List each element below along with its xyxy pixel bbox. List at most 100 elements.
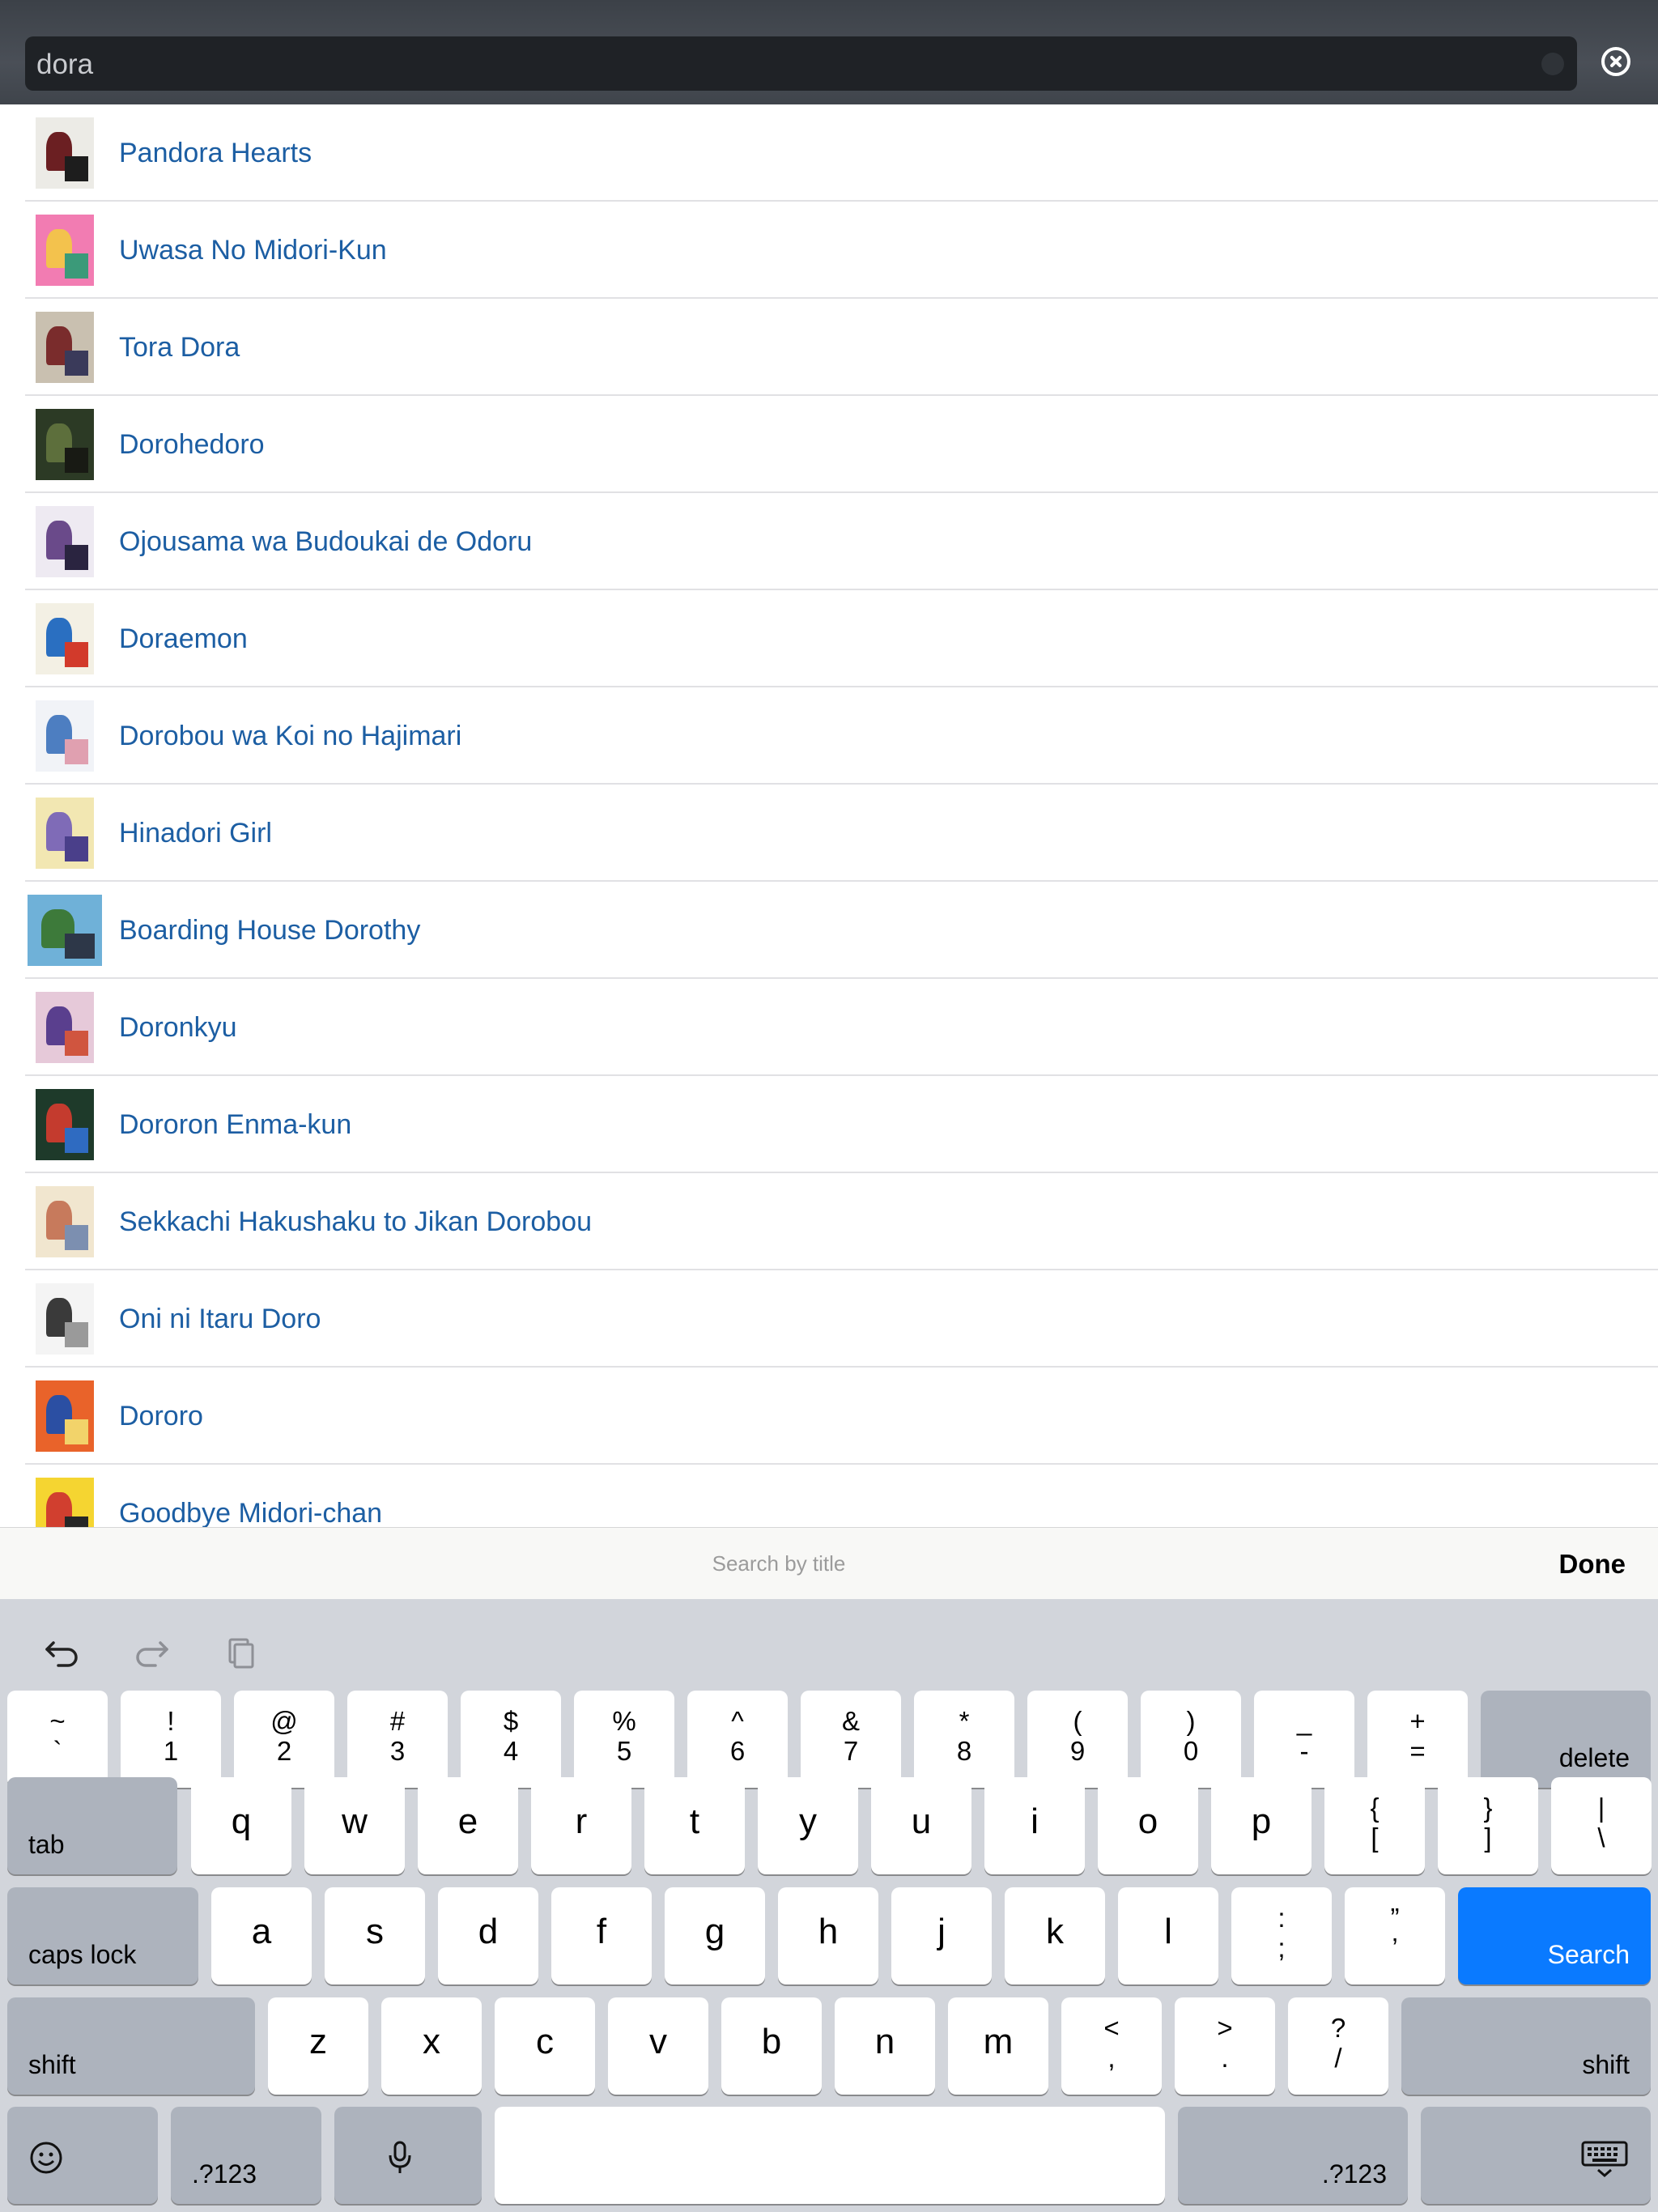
result-row[interactable]: Dororo xyxy=(0,1368,1658,1465)
key-symbol[interactable]: % 5 xyxy=(574,1691,674,1788)
result-title[interactable]: Doronkyu xyxy=(119,979,237,1076)
key-symbol[interactable]: #3 xyxy=(347,1691,448,1788)
result-title[interactable]: Hinadori Girl xyxy=(119,785,272,882)
key-letter[interactable]: j xyxy=(891,1887,992,1984)
key-letter[interactable]: n xyxy=(835,1997,935,2095)
key-symbol[interactable]: ? / xyxy=(1288,1997,1388,2095)
key-letter[interactable]: z xyxy=(268,1997,368,2095)
search-field-container[interactable] xyxy=(25,36,1577,92)
result-row[interactable]: Sekkachi Hakushaku to Jikan Dorobou xyxy=(0,1173,1658,1270)
result-row[interactable]: Dorobou wa Koi no Hajimari xyxy=(0,687,1658,785)
dictation-key[interactable] xyxy=(334,2107,482,2204)
search-input[interactable] xyxy=(35,36,1536,92)
key-symbol[interactable]: <, xyxy=(1061,1997,1162,2095)
result-row[interactable]: Hinadori Girl xyxy=(0,785,1658,882)
key-symbol[interactable]: (9 xyxy=(1027,1691,1128,1788)
result-title[interactable]: Dororo xyxy=(119,1368,203,1465)
key-letter[interactable]: w xyxy=(304,1777,405,1874)
key-symbol[interactable]: + = xyxy=(1367,1691,1468,1788)
key-letter[interactable]: s xyxy=(325,1887,425,1984)
result-title[interactable]: Ojousama wa Budoukai de Odoru xyxy=(119,493,532,590)
key-letter[interactable]: o xyxy=(1098,1777,1198,1874)
delete-key[interactable]: delete xyxy=(1481,1691,1651,1788)
result-row[interactable]: Pandora Hearts xyxy=(0,104,1658,202)
key-symbol[interactable]: _ - xyxy=(1254,1691,1354,1788)
key-symbol[interactable]: * 8 xyxy=(914,1691,1014,1788)
key-letter[interactable]: c xyxy=(495,1997,595,2095)
key-letter[interactable]: r xyxy=(531,1777,631,1874)
close-search-icon[interactable] xyxy=(1601,47,1630,76)
result-row[interactable]: Goodbye Midori-chan xyxy=(0,1465,1658,1527)
key-letter[interactable]: e xyxy=(418,1777,518,1874)
key-symbol[interactable]: :; xyxy=(1231,1887,1332,1984)
result-title[interactable]: Goodbye Midori-chan xyxy=(119,1465,382,1527)
space-bar[interactable] xyxy=(495,2107,1165,2204)
emoji-key[interactable] xyxy=(7,2107,158,2204)
result-row[interactable]: Boarding House Dorothy xyxy=(0,882,1658,979)
result-row[interactable]: Tora Dora xyxy=(0,299,1658,396)
result-row[interactable]: Dorohedoro xyxy=(0,396,1658,493)
key-symbol[interactable]: @2 xyxy=(234,1691,334,1788)
right-shift-key[interactable]: shift xyxy=(1401,1997,1651,2095)
key-letter[interactable]: l xyxy=(1118,1887,1218,1984)
key-letter[interactable]: x xyxy=(381,1997,482,2095)
key-symbol[interactable]: }] xyxy=(1438,1777,1538,1874)
numbers-key-left[interactable]: .?123 xyxy=(171,2107,321,2204)
tab-key[interactable]: tab xyxy=(7,1777,177,1874)
caps-lock-key[interactable]: caps lock xyxy=(7,1887,198,1984)
search-key[interactable]: Search xyxy=(1458,1887,1651,1984)
result-title[interactable]: Oni ni Itaru Doro xyxy=(119,1270,321,1368)
key-letter[interactable]: v xyxy=(608,1997,708,2095)
result-row[interactable]: Uwasa No Midori-Kun xyxy=(0,202,1658,299)
key-letter[interactable]: y xyxy=(758,1777,858,1874)
result-row[interactable]: Doraemon xyxy=(0,590,1658,687)
key-symbol[interactable]: ! 1 xyxy=(121,1691,221,1788)
result-title[interactable]: Dorobou wa Koi no Hajimari xyxy=(119,687,461,785)
result-title[interactable]: Uwasa No Midori-Kun xyxy=(119,202,387,299)
hide-keyboard-key[interactable] xyxy=(1421,2107,1651,2204)
key-letter[interactable]: f xyxy=(551,1887,652,1984)
result-row[interactable]: Doronkyu xyxy=(0,979,1658,1076)
left-shift-key[interactable]: shift xyxy=(7,1997,255,2095)
result-title[interactable]: Tora Dora xyxy=(119,299,240,396)
key-letter[interactable]: k xyxy=(1005,1887,1105,1984)
key-letter[interactable]: h xyxy=(778,1887,878,1984)
key-symbol[interactable]: ~ ` xyxy=(7,1691,108,1788)
key-symbol[interactable]: | \ xyxy=(1551,1777,1652,1874)
key-symbol[interactable]: ^ 6 xyxy=(687,1691,788,1788)
key-label: ` xyxy=(53,1736,62,1766)
result-title[interactable]: Dororon Enma-kun xyxy=(119,1076,351,1173)
key-letter[interactable]: u xyxy=(871,1777,971,1874)
numbers-key-right[interactable]: .?123 xyxy=(1178,2107,1408,2204)
result-title[interactable]: Boarding House Dorothy xyxy=(119,882,420,979)
paste-icon[interactable] xyxy=(220,1631,261,1672)
undo-icon[interactable] xyxy=(42,1631,83,1672)
clear-text-icon[interactable] xyxy=(1541,53,1564,75)
key-symbol[interactable]: ) 0 xyxy=(1141,1691,1241,1788)
key-symbol[interactable]: {[ xyxy=(1324,1777,1425,1874)
key-letter[interactable]: q xyxy=(191,1777,291,1874)
key-letter[interactable]: g xyxy=(665,1887,765,1984)
key-letter[interactable]: b xyxy=(721,1997,822,2095)
result-title[interactable]: Dorohedoro xyxy=(119,396,265,493)
key-symbol[interactable]: $4 xyxy=(461,1691,561,1788)
key-label: o xyxy=(1137,1802,1158,1841)
result-row[interactable]: Ojousama wa Budoukai de Odoru xyxy=(0,493,1658,590)
key-letter[interactable]: p xyxy=(1211,1777,1312,1874)
result-title[interactable]: Pandora Hearts xyxy=(119,104,312,202)
key-letter[interactable]: m xyxy=(948,1997,1048,2095)
key-letter[interactable]: a xyxy=(211,1887,312,1984)
key-symbol[interactable]: ”’ xyxy=(1345,1887,1445,1984)
result-row[interactable]: Dororon Enma-kun xyxy=(0,1076,1658,1173)
result-title[interactable]: Sekkachi Hakushaku to Jikan Dorobou xyxy=(119,1173,592,1270)
key-letter[interactable]: t xyxy=(644,1777,745,1874)
key-symbol[interactable]: >. xyxy=(1175,1997,1275,2095)
redo-icon[interactable] xyxy=(131,1631,172,1672)
key-letter[interactable]: d xyxy=(438,1887,538,1984)
key-label: l xyxy=(1164,1912,1172,1951)
result-row[interactable]: Oni ni Itaru Doro xyxy=(0,1270,1658,1368)
key-symbol[interactable]: & 7 xyxy=(801,1691,901,1788)
result-title[interactable]: Doraemon xyxy=(119,590,248,687)
done-button[interactable]: Done xyxy=(1559,1528,1626,1600)
key-letter[interactable]: i xyxy=(984,1777,1085,1874)
